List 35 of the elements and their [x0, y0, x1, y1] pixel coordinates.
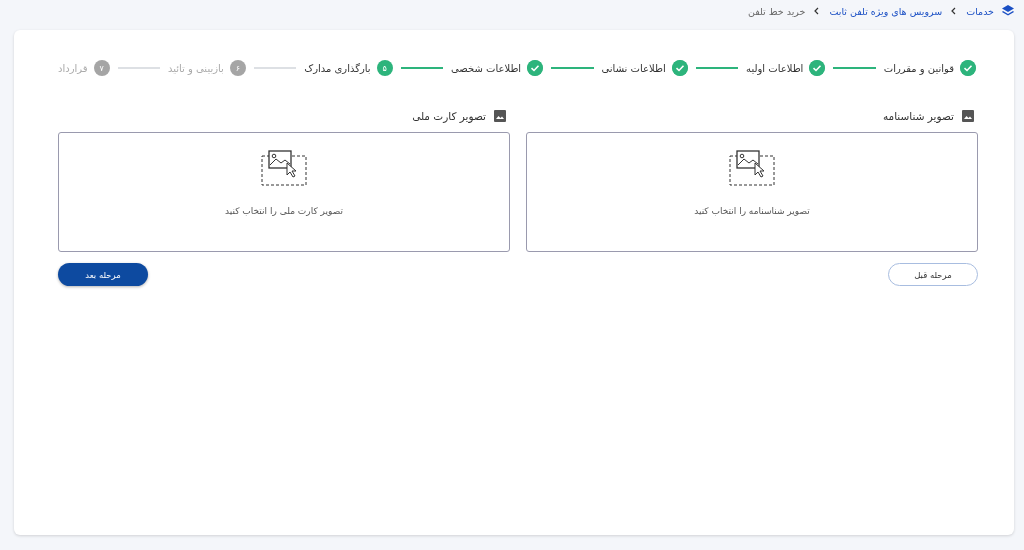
previous-button[interactable]: مرحله قبل [888, 263, 978, 286]
step-connector [695, 67, 739, 69]
upload-title: تصویر شناسنامه [882, 110, 954, 122]
next-button[interactable]: مرحله بعد [58, 263, 148, 286]
image-select-icon [729, 150, 775, 186]
step-label: بازبینی و تائید [167, 62, 224, 74]
step-connector [253, 67, 297, 69]
check-icon [809, 60, 826, 76]
upload-prompt: تصویر شناسنامه را انتخاب کنید [694, 206, 810, 216]
image-select-icon [261, 150, 307, 186]
step-connector [833, 67, 876, 69]
upload-title: تصویر کارت ملی [412, 110, 486, 122]
step-connector [400, 67, 443, 69]
breadcrumb-link[interactable]: سرویس های ویژه تلفن ثابت [829, 5, 943, 17]
upload-area[interactable]: تصویر کارت ملی را انتخاب کنید [58, 132, 510, 252]
breadcrumb-link[interactable]: خدمات [966, 5, 994, 17]
step-label: قوانین و مقررات [883, 62, 954, 74]
step-label: اطلاعات شخصی [451, 62, 522, 74]
step-label: بارگذاری مدارک [304, 62, 371, 74]
step-label: اطلاعات اولیه [746, 62, 804, 74]
step-number: ۷ [93, 60, 110, 76]
image-icon [962, 110, 974, 122]
step-connector [551, 67, 594, 69]
check-icon [671, 60, 688, 76]
upload-prompt: تصویر کارت ملی را انتخاب کنید [225, 206, 343, 216]
step-number: ۵ [376, 60, 393, 76]
step-connector [117, 67, 160, 69]
upload-area[interactable]: تصویر شناسنامه را انتخاب کنید [526, 132, 978, 252]
image-icon [494, 110, 506, 122]
check-icon [960, 60, 976, 76]
step-label: قرارداد [58, 62, 88, 74]
layers-icon [1002, 5, 1014, 17]
step-number: ۶ [229, 60, 246, 76]
step-label: اطلاعات نشانی [601, 62, 666, 74]
check-icon [527, 60, 544, 76]
